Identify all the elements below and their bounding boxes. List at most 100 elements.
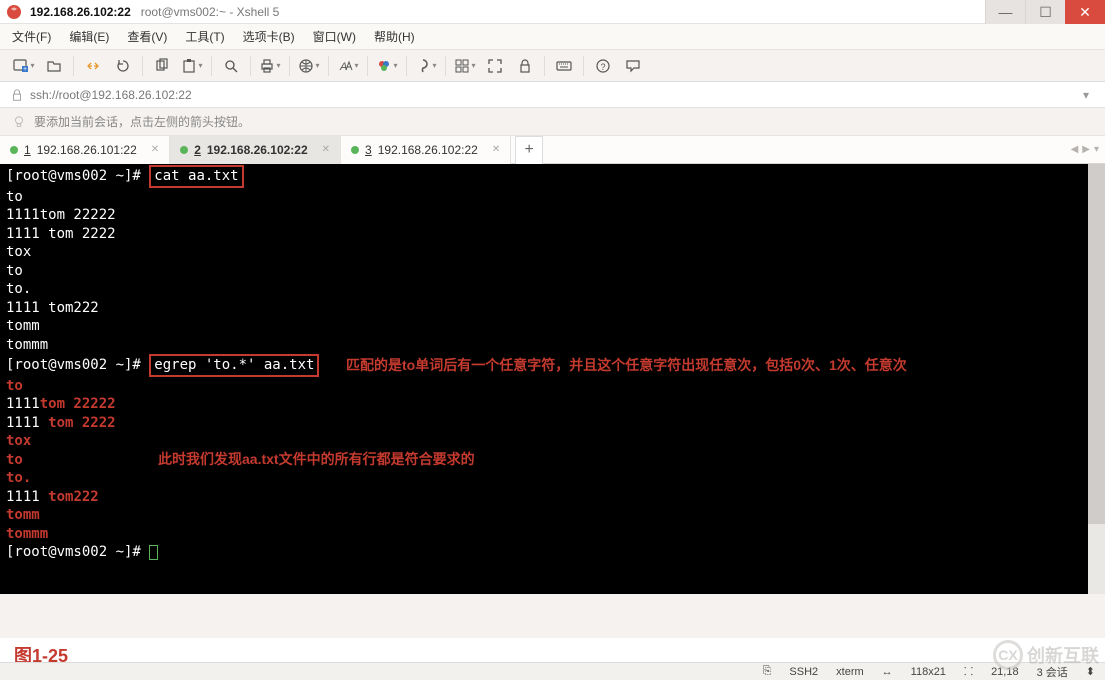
forum-button[interactable] [619,54,647,78]
separator [445,56,446,76]
tab-number: 1 [24,143,31,157]
tab-label: 192.168.26.101:22 [37,143,137,157]
terminal-line: to. [6,469,1099,488]
prompt: [root@vms002 ~]# [6,357,149,373]
toolbar: +▾ ▾ ▾ ▾ A▾ ▾ ▾ ▾ ? [0,50,1105,82]
status-ssh-icon: ⎘ [763,665,772,678]
separator [142,56,143,76]
terminal-line: 1111 tom 2222 [6,225,1099,244]
tab-3[interactable]: 3 192.168.26.102:22 ✕ [341,136,511,164]
address-bar: ssh://root@192.168.26.102:22 ▾ [0,82,1105,108]
svg-text:+: + [23,66,27,73]
tab-number: 2 [194,143,201,157]
terminal-line: tommm [6,525,1099,544]
terminal-line: 1111 tom222 [6,299,1099,318]
reconnect-button[interactable] [109,54,137,78]
terminal-line: 1111 tom222 [6,488,1099,507]
info-bar: 要添加当前会话，点击左侧的箭头按钮。 [0,108,1105,136]
minimize-button[interactable]: — [985,0,1025,24]
script-button[interactable]: ▾ [412,54,440,78]
help-button[interactable]: ? [589,54,617,78]
tab-add-button[interactable]: + [515,136,543,164]
tab-label: 192.168.26.102:22 [378,143,478,157]
separator [367,56,368,76]
status-size: 118x21 [911,666,946,678]
separator [211,56,212,76]
menu-window[interactable]: 窗口(W) [311,26,358,47]
layout-button[interactable]: ▾ [451,54,479,78]
terminal-line: to [6,188,1099,207]
close-button[interactable]: ✕ [1065,0,1105,24]
status-dot-icon [10,146,18,154]
watermark-logo-icon: CX [993,640,1023,670]
print-button[interactable]: ▾ [256,54,284,78]
menu-tools[interactable]: 工具(T) [183,26,226,47]
terminal[interactable]: [root@vms002 ~]# cat aa.txt to1111tom 22… [0,164,1105,594]
command-2: egrep 'to.*' aa.txt [154,357,314,373]
menu-view[interactable]: 查看(V) [125,26,169,47]
status-dot-icon [351,146,359,154]
separator [289,56,290,76]
status-pos-icon: ⸬ [964,664,973,679]
terminal-line: to. [6,280,1099,299]
terminal-line: tomm [6,317,1099,336]
menu-tabs[interactable]: 选项卡(B) [241,26,297,47]
annotation-2: 此时我们发现aa.txt文件中的所有行都是符合要求的 [158,450,475,469]
tab-scroll[interactable]: ◀▶▾ [1071,144,1099,155]
separator [250,56,251,76]
address-url[interactable]: ssh://root@192.168.26.102:22 [30,88,1095,102]
svg-text:A: A [339,61,347,73]
tab-bar: 1 192.168.26.101:22 ✕ 2 192.168.26.102:2… [0,136,1105,164]
cursor [149,545,158,560]
open-button[interactable] [40,54,68,78]
footer-blank [0,638,1105,664]
terminal-line: 1111 tom 2222 [6,414,1099,433]
separator [406,56,407,76]
terminal-line: to [6,377,1099,396]
info-text: 要添加当前会话，点击左侧的箭头按钮。 [34,113,250,130]
tab-close-icon[interactable]: ✕ [322,144,330,155]
globe-button[interactable]: ▾ [295,54,323,78]
separator [73,56,74,76]
find-button[interactable] [217,54,245,78]
menu-help[interactable]: 帮助(H) [372,26,417,47]
keyboard-button[interactable] [550,54,578,78]
prompt: [root@vms002 ~]# [6,168,149,184]
terminal-line: tox [6,243,1099,262]
terminal-line: to [6,262,1099,281]
scrollbar-thumb[interactable] [1088,164,1105,524]
svg-text:?: ? [600,62,605,72]
paste-button[interactable]: ▾ [178,54,206,78]
status-ssh: SSH2 [789,666,818,678]
lock-button[interactable] [511,54,539,78]
bulb-icon [12,115,26,129]
status-size-icon: ↔ [882,666,893,678]
tab-close-icon[interactable]: ✕ [151,144,159,155]
address-dropdown[interactable]: ▾ [1077,86,1095,104]
menu-bar: 文件(F) 编辑(E) 查看(V) 工具(T) 选项卡(B) 窗口(W) 帮助(… [0,24,1105,50]
lock-icon [10,88,24,102]
watermark-text: 创新互联 [1027,642,1099,668]
disconnect-button[interactable] [79,54,107,78]
separator [583,56,584,76]
color-button[interactable]: ▾ [373,54,401,78]
font-button[interactable]: A▾ [334,54,362,78]
tab-close-icon[interactable]: ✕ [492,144,500,155]
terminal-scrollbar[interactable] [1088,164,1105,594]
terminal-line: tox [6,432,1099,451]
fullscreen-button[interactable] [481,54,509,78]
window-title-host: 192.168.26.102:22 [30,5,131,19]
status-dot-icon [180,146,188,154]
menu-file[interactable]: 文件(F) [10,26,53,47]
maximize-button[interactable]: ☐ [1025,0,1065,24]
tab-2[interactable]: 2 192.168.26.102:22 ✕ [170,136,341,164]
window-title-sub: root@vms002:~ - Xshell 5 [141,5,280,19]
tab-number: 3 [365,143,372,157]
menu-edit[interactable]: 编辑(E) [67,26,111,47]
copy-button[interactable] [148,54,176,78]
tab-1[interactable]: 1 192.168.26.101:22 ✕ [0,136,170,164]
terminal-line: 1111tom 22222 [6,395,1099,414]
app-icon [6,4,22,20]
new-session-button[interactable]: +▾ [10,54,38,78]
separator [544,56,545,76]
